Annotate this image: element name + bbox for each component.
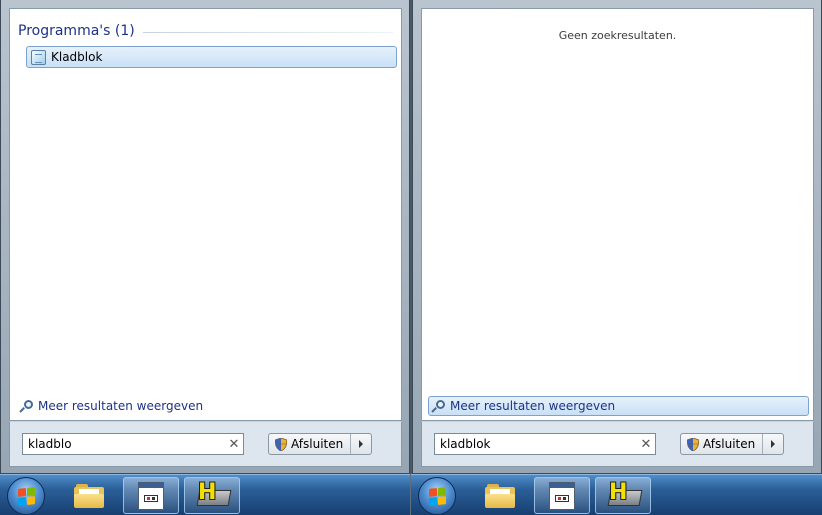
- search-box[interactable]: ✕: [434, 433, 656, 455]
- taskbar-item-h-app[interactable]: H: [184, 477, 240, 514]
- uac-shield-icon: [275, 437, 287, 451]
- no-results-message: Geen zoekresultaten.: [558, 29, 677, 42]
- chevron-right-icon: [771, 440, 775, 448]
- taskbar-left: H: [0, 474, 410, 515]
- search-box[interactable]: ✕: [22, 433, 244, 455]
- shutdown-options-arrow[interactable]: [350, 434, 371, 454]
- start-button[interactable]: [418, 477, 456, 515]
- shutdown-label: Afsluiten: [291, 437, 344, 451]
- result-item-label: Kladblok: [51, 50, 103, 64]
- more-results-link[interactable]: Meer resultaten weergeven: [428, 396, 809, 416]
- clear-search-icon[interactable]: ✕: [637, 437, 655, 452]
- start-menu-left: Programma's (1) Kladblok Meer resultaten…: [0, 0, 410, 474]
- h-app-icon: H: [194, 480, 232, 510]
- shutdown-button-group: Afsluiten: [680, 433, 784, 455]
- more-results-label: Meer resultaten weergeven: [450, 399, 616, 413]
- result-item-kladblok[interactable]: Kladblok: [26, 46, 397, 68]
- search-input[interactable]: [28, 437, 225, 451]
- section-header-label: Programma's (1): [18, 23, 135, 39]
- start-menu-footer: ✕ Afsluiten: [9, 421, 402, 467]
- windows-logo-icon: [17, 486, 35, 506]
- chevron-right-icon: [359, 440, 363, 448]
- app-window-icon: [549, 481, 575, 510]
- section-divider: [142, 31, 393, 33]
- programs-section-header: Programma's (1): [18, 23, 393, 39]
- search-results-panel: Programma's (1) Kladblok Meer resultaten…: [9, 8, 402, 421]
- search-input[interactable]: [440, 437, 637, 451]
- taskbar-item-app-window[interactable]: [534, 477, 590, 514]
- taskbar-item-explorer[interactable]: [61, 477, 117, 514]
- taskbar-item-h-app[interactable]: H: [595, 477, 651, 514]
- more-results-label: Meer resultaten weergeven: [38, 399, 204, 413]
- start-menu-right: Geen zoekresultaten. Meer resultaten wee…: [412, 0, 822, 474]
- clear-search-icon[interactable]: ✕: [225, 437, 243, 452]
- more-results-link[interactable]: Meer resultaten weergeven: [16, 396, 397, 416]
- taskbar-right: H: [411, 474, 822, 515]
- start-button[interactable]: [7, 477, 45, 515]
- shutdown-label: Afsluiten: [703, 437, 756, 451]
- shutdown-button[interactable]: Afsluiten: [269, 434, 350, 454]
- search-results-panel: Geen zoekresultaten. Meer resultaten wee…: [421, 8, 814, 421]
- taskbar-item-app-window[interactable]: [123, 477, 179, 514]
- h-app-icon: H: [605, 480, 643, 510]
- notepad-icon: [31, 49, 46, 65]
- taskbar-item-explorer[interactable]: [472, 477, 528, 514]
- magnifier-icon: [19, 399, 34, 414]
- magnifier-icon: [431, 399, 446, 414]
- shutdown-options-arrow[interactable]: [762, 434, 783, 454]
- folder-icon: [485, 483, 515, 508]
- shutdown-button[interactable]: Afsluiten: [681, 434, 762, 454]
- windows-logo-icon: [428, 486, 446, 506]
- start-menu-footer: ✕ Afsluiten: [421, 421, 814, 467]
- app-window-icon: [138, 481, 164, 510]
- uac-shield-icon: [687, 437, 699, 451]
- folder-icon: [74, 483, 104, 508]
- shutdown-button-group: Afsluiten: [268, 433, 372, 455]
